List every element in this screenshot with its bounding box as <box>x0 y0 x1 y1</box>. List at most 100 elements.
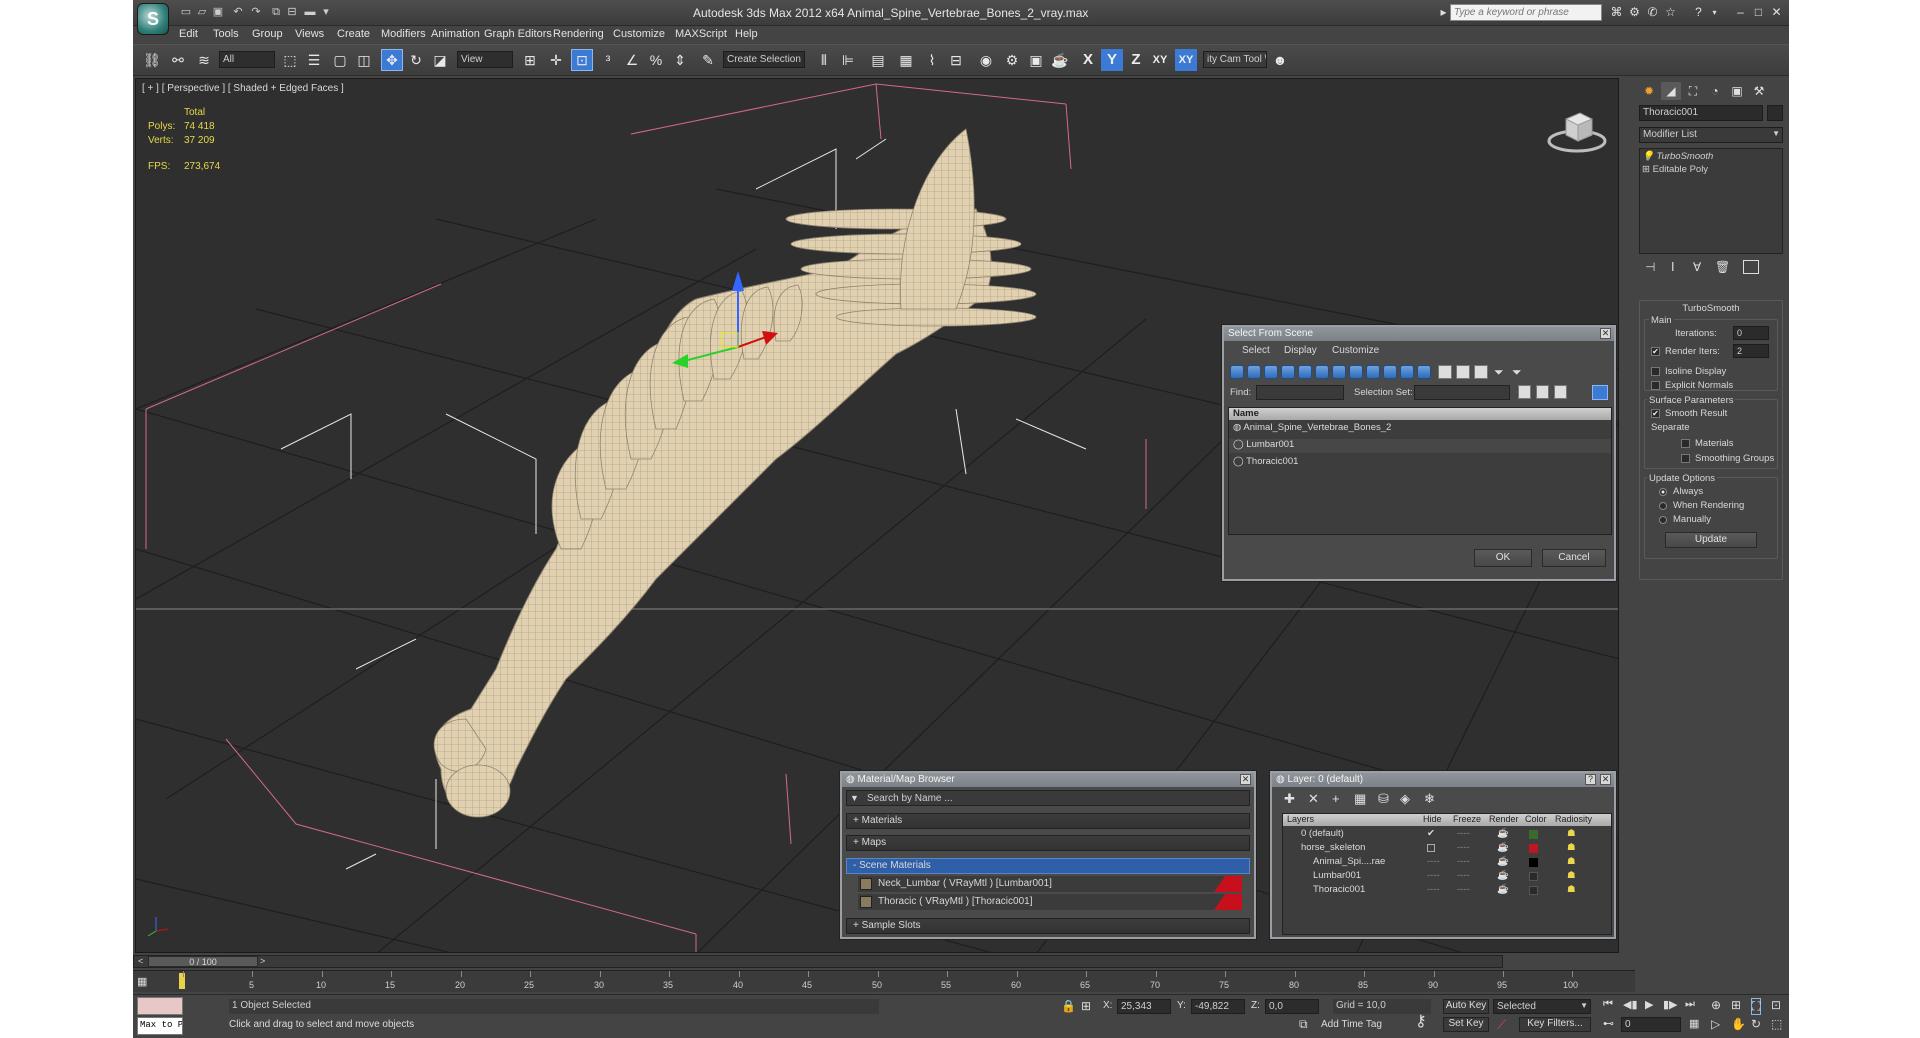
auto-key-button[interactable]: Auto Key <box>1443 999 1489 1014</box>
new-file-icon[interactable]: ▭ <box>179 5 193 19</box>
time-next-icon[interactable]: > <box>260 956 265 966</box>
key-filters-button[interactable]: Key Filters... <box>1519 1017 1591 1032</box>
object-color-swatch[interactable] <box>1767 105 1783 121</box>
help-icon[interactable]: ? <box>1585 774 1596 785</box>
selection-set-dropdown[interactable] <box>1414 385 1510 400</box>
menu-create[interactable]: Create <box>337 28 370 40</box>
subscription-icon[interactable]: ⚙ <box>1627 5 1642 20</box>
close-icon[interactable]: ✕ <box>1600 774 1611 785</box>
radio-unselected[interactable] <box>1659 516 1667 525</box>
section-maps[interactable]: + Maps <box>846 835 1250 851</box>
axis-y-button[interactable]: Y <box>1101 49 1123 71</box>
axis-xy-button[interactable]: XY <box>1149 49 1171 71</box>
link-icon[interactable]: ⛓ <box>141 49 163 71</box>
select-by-name-icon[interactable]: ☰ <box>303 49 325 71</box>
search-arrow-icon[interactable]: ▸ <box>1436 5 1451 20</box>
field-of-view-icon[interactable]: ▷ <box>1711 1017 1720 1031</box>
fetch-icon[interactable]: ⊟ <box>285 5 299 19</box>
explicit-normals-check[interactable] <box>1651 380 1660 391</box>
bind-space-warp-icon[interactable]: ≋ <box>193 49 215 71</box>
iterations-spinner[interactable]: 0 <box>1733 326 1769 340</box>
previous-frame-icon[interactable]: ◀▮ <box>1623 998 1638 1011</box>
hide-all-layers-icon[interactable]: ◈ <box>1400 791 1410 807</box>
col-layers[interactable]: Layers <box>1287 814 1314 824</box>
edit-named-selection-icon[interactable]: ✎ <box>697 49 719 71</box>
sfs-menu-customize[interactable]: Customize <box>1332 345 1379 356</box>
modify-tab-icon[interactable]: ◢ <box>1661 82 1681 100</box>
current-frame-field[interactable]: 0 <box>1621 1017 1681 1032</box>
menu-edit[interactable]: Edit <box>179 28 198 40</box>
hold-icon[interactable]: ⧉ <box>269 5 283 19</box>
close-icon[interactable]: ✕ <box>1240 774 1251 785</box>
help-icon[interactable]: ? <box>1691 5 1706 20</box>
display-groups-icon[interactable] <box>1332 365 1346 379</box>
reference-coordinate-dropdown[interactable]: View <box>457 51 513 68</box>
go-to-end-icon[interactable]: ⏭ <box>1685 998 1695 1011</box>
open-file-icon[interactable]: ▱ <box>195 5 209 19</box>
display-lights-icon[interactable] <box>1264 365 1278 379</box>
section-scene-materials[interactable]: - Scene Materials <box>846 858 1250 874</box>
column-header-name[interactable]: Name <box>1229 408 1611 420</box>
skull-icon[interactable]: ☻ <box>1269 49 1291 71</box>
pin-stack-icon[interactable]: ⊣ <box>1645 260 1655 274</box>
y-coordinate-field[interactable]: -49,822 <box>1191 999 1245 1014</box>
lock-selection-icon[interactable]: 🔒 <box>1061 999 1076 1013</box>
mirror-icon[interactable]: ⫴ <box>813 49 835 71</box>
go-to-start-icon[interactable]: ⏮ <box>1603 998 1613 1011</box>
communication-center-icon[interactable]: ✆ <box>1645 5 1660 20</box>
display-geometry-icon[interactable] <box>1230 365 1244 379</box>
display-xrefs-icon[interactable] <box>1349 365 1363 379</box>
angle-snap-icon[interactable]: ∠ <box>621 49 643 71</box>
layer-color-swatch[interactable] <box>1529 830 1538 839</box>
next-frame-icon[interactable]: ▮▶ <box>1663 998 1678 1011</box>
checkbox-unchecked[interactable] <box>1681 453 1690 463</box>
display-invert-icon[interactable] <box>1474 365 1488 379</box>
filter-options-icon[interactable]: ⏷ <box>1512 365 1526 379</box>
table-row[interactable]: Thoracic001 ---- ---- ☕ ☗ <box>1283 884 1611 898</box>
utilities-tab-icon[interactable]: ⚒ <box>1749 82 1769 100</box>
table-row[interactable]: 0 (default) ✔ ---- ☕ ☗ <box>1283 828 1611 842</box>
cancel-button[interactable]: Cancel <box>1542 549 1606 567</box>
time-slider[interactable]: < 0 / 100 > <box>133 955 1503 968</box>
when-rendering-radio[interactable] <box>1659 501 1667 512</box>
delete-layer-icon[interactable]: ✕ <box>1308 791 1319 807</box>
display-bones-icon[interactable] <box>1366 365 1380 379</box>
display-cameras-icon[interactable] <box>1281 365 1295 379</box>
maxscript-input[interactable]: Max to Physc <box>137 1017 183 1035</box>
sfs-option-icon-2[interactable] <box>1536 385 1549 399</box>
filter-funnel-icon[interactable]: ⏷ <box>1494 365 1508 379</box>
create-selection-set-dropdown[interactable]: Create Selection Se <box>723 51 805 68</box>
freeze-all-layers-icon[interactable]: ❄ <box>1424 791 1435 807</box>
display-shapes-icon[interactable] <box>1247 365 1261 379</box>
quick-access-dropdown-icon[interactable]: ▾ <box>319 5 333 19</box>
rendered-frame-window-icon[interactable]: ▣ <box>1025 49 1047 71</box>
always-radio[interactable] <box>1659 487 1667 498</box>
update-button[interactable]: Update <box>1665 532 1757 548</box>
show-end-result-icon[interactable]: Ⅰ <box>1671 260 1675 274</box>
add-to-layer-icon[interactable]: + <box>1332 791 1340 806</box>
keyboard-shortcut-override-icon[interactable]: ⊡ <box>571 49 593 71</box>
table-row[interactable]: Animal_Spi....rae ---- ---- ☕ ☗ <box>1283 856 1611 870</box>
checkbox-checked[interactable]: ✔ <box>1651 408 1660 418</box>
menu-animation[interactable]: Animation <box>431 28 480 40</box>
keyword-search-input[interactable]: Type a keyword or phrase <box>1450 4 1602 21</box>
orbit-icon[interactable]: ↻ <box>1751 1017 1761 1031</box>
highlight-layer-icon[interactable]: ⛁ <box>1378 791 1389 807</box>
layer-color-swatch[interactable] <box>1529 872 1538 881</box>
absolute-mode-icon[interactable]: ⊞ <box>1081 999 1091 1013</box>
col-freeze[interactable]: Freeze <box>1453 814 1481 824</box>
project-folder-icon[interactable]: ▬ <box>303 5 317 19</box>
lightbulb-icon[interactable]: 💡 <box>1642 151 1656 162</box>
display-none-icon[interactable] <box>1456 365 1470 379</box>
time-prev-icon[interactable]: < <box>138 956 143 966</box>
col-hide[interactable]: Hide <box>1423 814 1442 824</box>
material-item-thoracic[interactable]: Thoracic ( VRayMtl ) [Thoracic001] <box>858 894 1242 910</box>
graphite-ribbon-icon[interactable]: ▦ <box>895 49 917 71</box>
render-iters-check[interactable]: ✔ <box>1651 346 1660 357</box>
axis-xy-plane-button[interactable]: XY <box>1175 49 1197 71</box>
time-tag-icon[interactable]: ⧉ <box>1299 1017 1308 1032</box>
sfs-option-icon-1[interactable] <box>1518 385 1531 399</box>
pan-view-icon[interactable]: ✋ <box>1731 1017 1746 1031</box>
select-from-scene-title[interactable]: Select From Scene <box>1224 327 1614 341</box>
menu-modifiers[interactable]: Modifiers <box>381 28 426 40</box>
